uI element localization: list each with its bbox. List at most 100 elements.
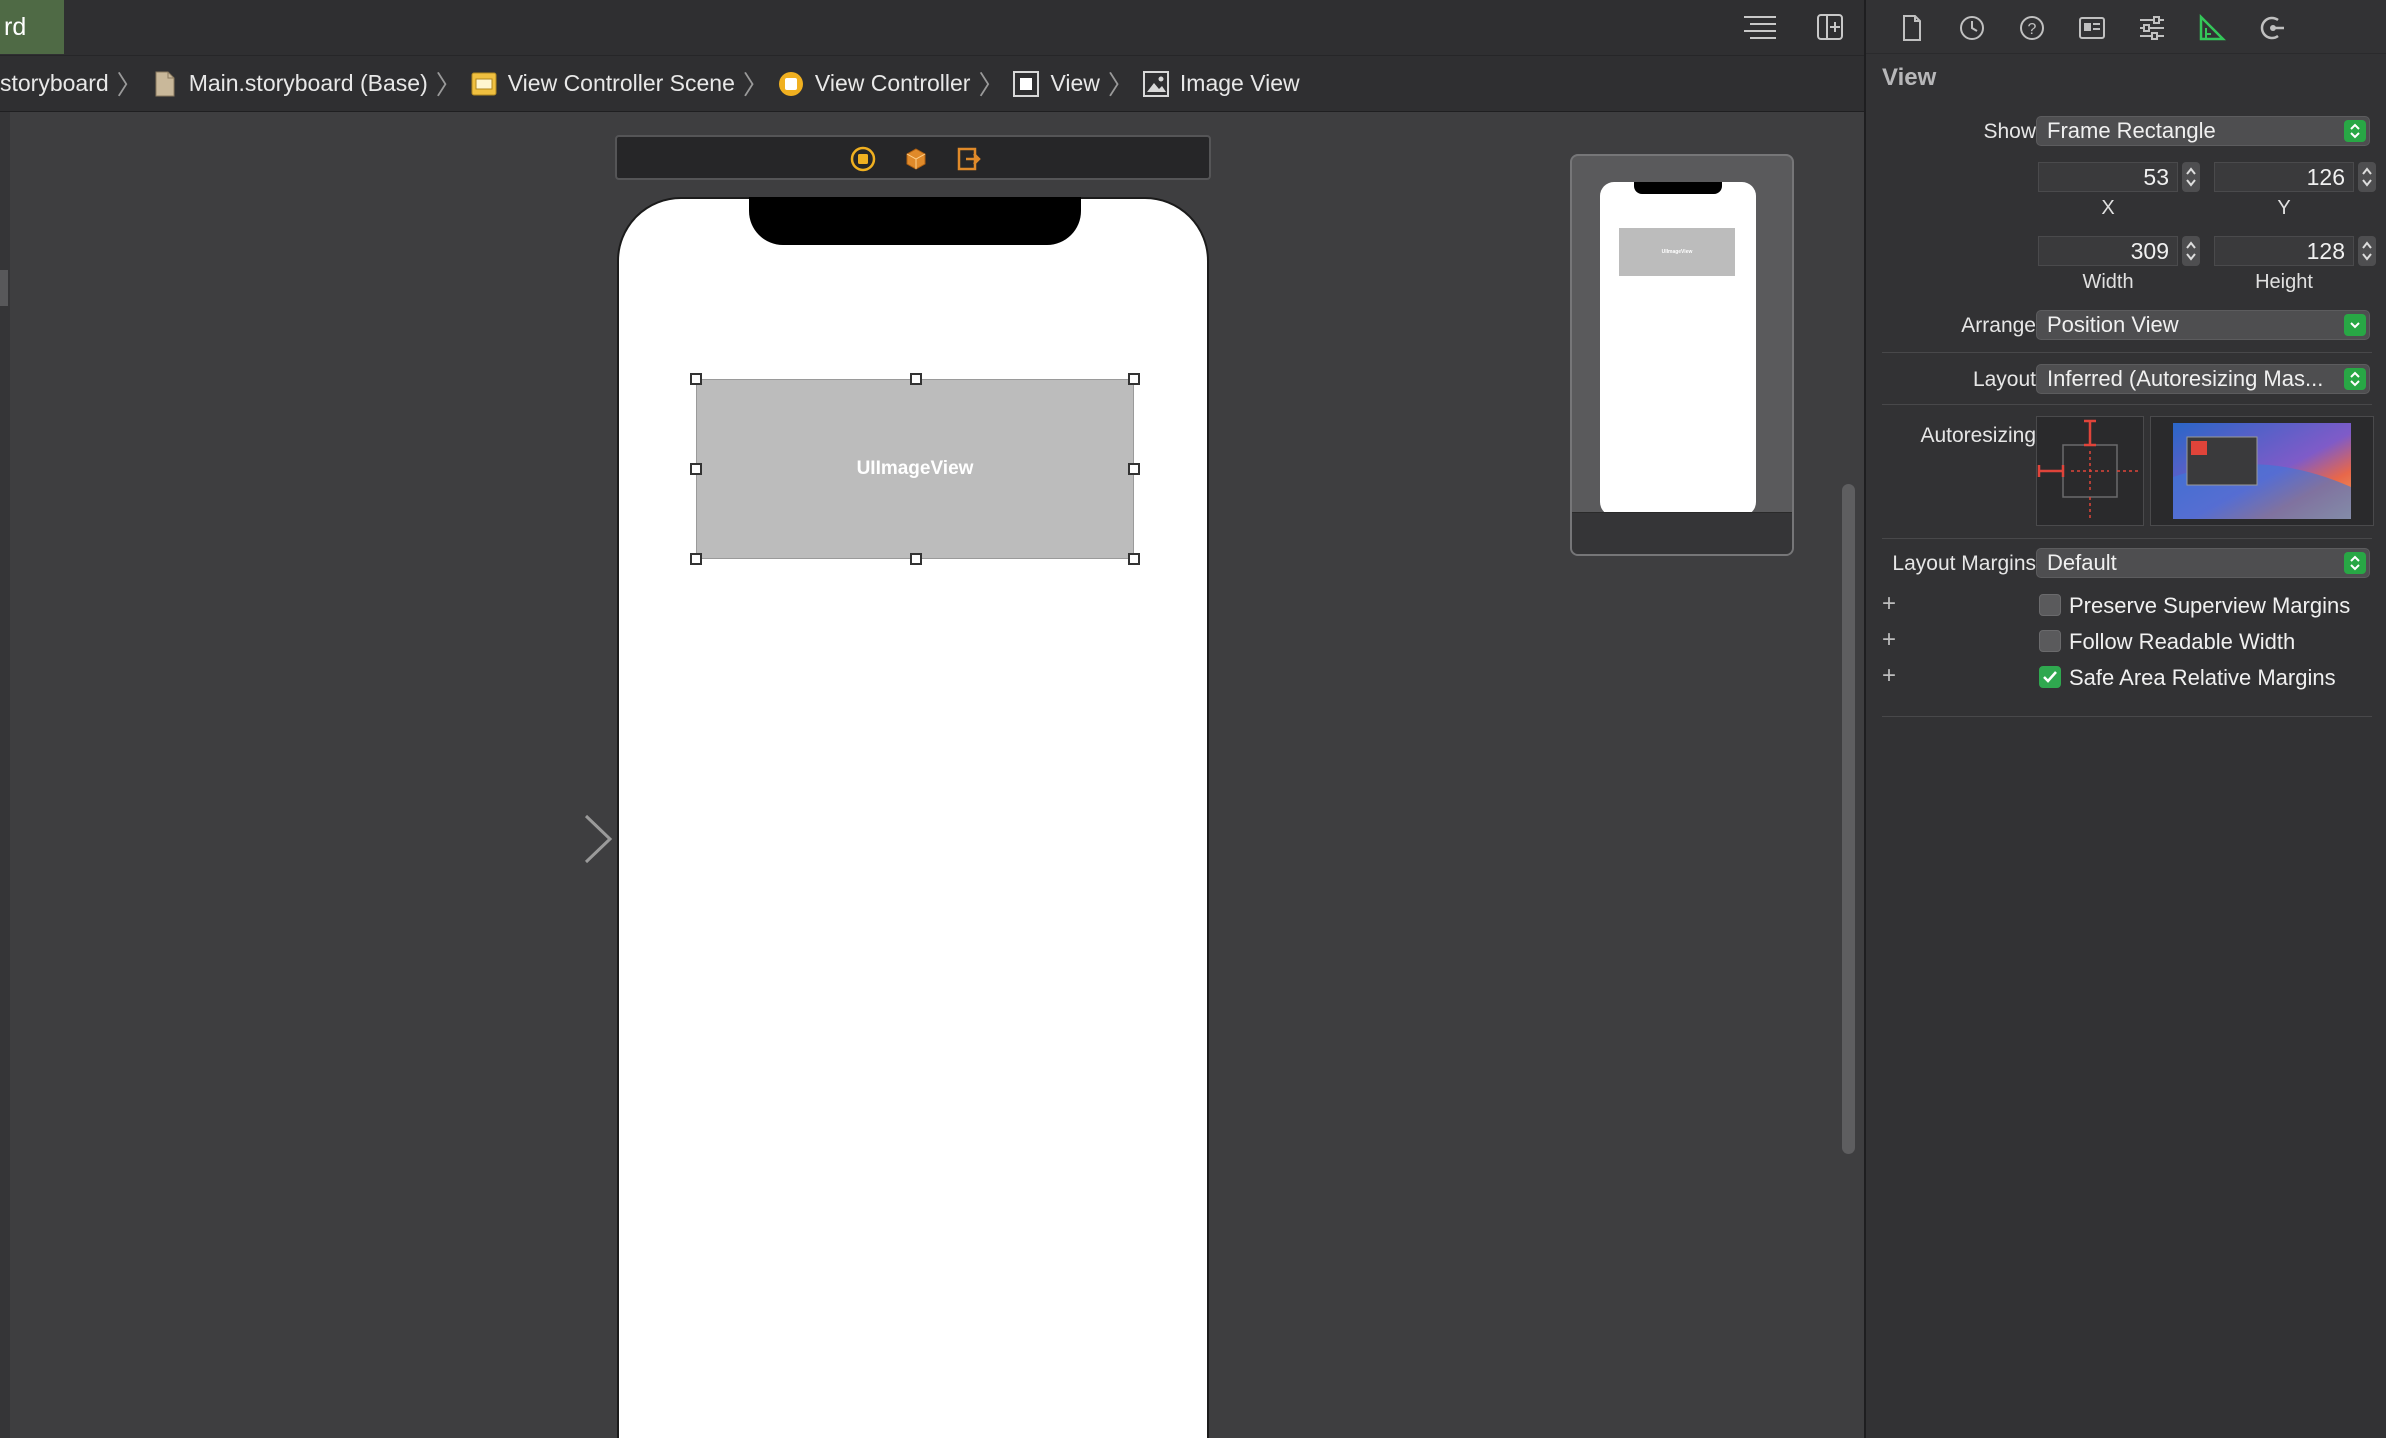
attributes-inspector-icon[interactable] bbox=[2136, 12, 2168, 44]
scene-icon bbox=[470, 70, 498, 98]
identity-inspector-icon[interactable] bbox=[2076, 12, 2108, 44]
x-stepper[interactable] bbox=[2182, 162, 2200, 192]
gutter-marker bbox=[0, 270, 8, 306]
height-caption: Height bbox=[2255, 271, 2313, 293]
breadcrumb-label: storyboard bbox=[0, 70, 109, 96]
minimap[interactable]: UIImageView bbox=[1570, 154, 1794, 556]
autoresizing-mask-control[interactable] bbox=[2036, 416, 2144, 526]
autoresizing-preview bbox=[2150, 416, 2374, 526]
scene-dock bbox=[615, 135, 1211, 180]
resize-handle-top[interactable] bbox=[910, 373, 922, 385]
height-field[interactable]: 128 bbox=[2214, 236, 2354, 266]
size-inspector-icon[interactable] bbox=[2196, 12, 2228, 44]
breadcrumb-item-view[interactable]: View bbox=[1012, 56, 1100, 111]
width-field[interactable]: 309 bbox=[2038, 236, 2178, 266]
popup-chevron-down-icon bbox=[2344, 314, 2366, 336]
image-view-label: UIImageView bbox=[856, 458, 974, 479]
width-stepper[interactable] bbox=[2182, 236, 2200, 266]
layout-popup-value: Inferred (Autoresizing Mas... bbox=[2047, 366, 2324, 391]
width-caption: Width bbox=[2082, 271, 2134, 293]
jump-bar: storyboard 〉 Main.storyboard (Base) 〉 Vi… bbox=[0, 56, 1864, 112]
preserve-superview-margins-label: Preserve Superview Margins bbox=[2069, 593, 2351, 618]
add-editor-icon[interactable] bbox=[1810, 10, 1850, 44]
checkmark-icon bbox=[2043, 671, 2057, 683]
svg-text:?: ? bbox=[2028, 21, 2037, 38]
inspector-tabs: ? bbox=[1866, 0, 2386, 54]
x-field[interactable]: 53 bbox=[2038, 162, 2178, 192]
minimap-bottom-bar bbox=[1572, 512, 1792, 554]
popup-chevrons-icon bbox=[2344, 120, 2366, 142]
popup-chevrons-icon bbox=[2344, 368, 2366, 390]
minimap-notch bbox=[1634, 182, 1722, 194]
resize-handle-top-right[interactable] bbox=[1128, 373, 1140, 385]
arrange-label: Arrange bbox=[1961, 314, 2036, 337]
list-lines-icon[interactable] bbox=[1740, 10, 1780, 44]
breadcrumb-separator: 〉 bbox=[116, 70, 143, 100]
arrange-popup[interactable]: Position View bbox=[2036, 310, 2370, 340]
section-divider bbox=[1882, 404, 2372, 405]
exit-icon[interactable] bbox=[956, 146, 982, 172]
left-gutter bbox=[0, 112, 10, 1438]
y-field[interactable]: 126 bbox=[2214, 162, 2354, 192]
layout-popup[interactable]: Inferred (Autoresizing Mas... bbox=[2036, 364, 2370, 394]
add-variation-plus-icon[interactable]: + bbox=[1882, 662, 1896, 690]
resize-handle-bottom-right[interactable] bbox=[1128, 553, 1140, 565]
device-notch bbox=[749, 197, 1081, 245]
layout-margins-label: Layout Margins bbox=[1892, 552, 2036, 575]
layout-label: Layout bbox=[1972, 368, 2036, 391]
safe-area-relative-margins-checkbox[interactable] bbox=[2039, 666, 2061, 688]
breadcrumb-item-storyboard[interactable]: storyboard bbox=[0, 56, 109, 111]
show-popup[interactable]: Frame Rectangle bbox=[2036, 116, 2370, 146]
layout-margins-popup[interactable]: Default bbox=[2036, 548, 2370, 578]
safe-area-relative-margins-label: Safe Area Relative Margins bbox=[2069, 665, 2336, 690]
resize-handle-bottom-left[interactable] bbox=[690, 553, 702, 565]
storyboard-canvas[interactable]: UIImageView UIImageView bbox=[0, 112, 1864, 1438]
popup-chevrons-icon bbox=[2344, 552, 2366, 574]
follow-readable-width-label: Follow Readable Width bbox=[2069, 629, 2296, 654]
first-responder-icon[interactable] bbox=[903, 146, 929, 172]
history-inspector-icon[interactable] bbox=[1956, 12, 1988, 44]
initial-view-controller-arrow-icon[interactable] bbox=[470, 812, 615, 866]
minimap-image-view: UIImageView bbox=[1619, 228, 1735, 276]
breadcrumb-item-main-storyboard[interactable]: Main.storyboard (Base) bbox=[151, 56, 428, 111]
autoresizing-label: Autoresizing bbox=[1920, 424, 2036, 447]
file-inspector-icon[interactable] bbox=[1896, 12, 1928, 44]
breadcrumb-item-scene[interactable]: View Controller Scene bbox=[470, 56, 735, 111]
breadcrumb-label: View Controller bbox=[814, 70, 971, 96]
layout-margins-popup-value: Default bbox=[2047, 550, 2117, 575]
vertical-scrollbar[interactable] bbox=[1842, 484, 1855, 1154]
show-label: Show bbox=[1983, 120, 2036, 143]
breadcrumb-item-image-view[interactable]: Image View bbox=[1142, 56, 1300, 111]
show-popup-value: Frame Rectangle bbox=[2047, 118, 2216, 143]
y-stepper[interactable] bbox=[2358, 162, 2376, 192]
breadcrumb-item-view-controller[interactable]: View Controller bbox=[777, 56, 971, 111]
follow-readable-width-checkbox[interactable] bbox=[2039, 630, 2061, 652]
preserve-superview-margins-checkbox[interactable] bbox=[2039, 594, 2061, 616]
view-icon bbox=[1012, 70, 1040, 98]
y-caption: Y bbox=[2277, 197, 2291, 219]
resize-handle-bottom[interactable] bbox=[910, 553, 922, 565]
resize-handle-top-left[interactable] bbox=[690, 373, 702, 385]
add-variation-plus-icon[interactable]: + bbox=[1882, 590, 1896, 618]
breadcrumb-label: Main.storyboard (Base) bbox=[188, 70, 428, 96]
view-controller-icon[interactable] bbox=[850, 146, 876, 172]
connections-inspector-icon[interactable] bbox=[2256, 12, 2288, 44]
resize-handle-right[interactable] bbox=[1128, 463, 1140, 475]
iphone-scene[interactable]: UIImageView bbox=[617, 197, 1209, 1438]
breadcrumb-label: View Controller Scene bbox=[507, 70, 735, 96]
height-stepper[interactable] bbox=[2358, 236, 2376, 266]
section-divider bbox=[1882, 538, 2372, 539]
storyboard-editor: rd storyboard 〉 Main.storyboard (Base) 〉… bbox=[0, 0, 1864, 1438]
help-inspector-icon[interactable]: ? bbox=[2016, 12, 2048, 44]
size-inspector: ? View Show Frame Rectangle 53 126 X Y 3… bbox=[1864, 0, 2386, 1438]
view-controller-icon bbox=[777, 70, 805, 98]
breadcrumb-separator: 〉 bbox=[1107, 70, 1134, 100]
add-variation-plus-icon[interactable]: + bbox=[1882, 626, 1896, 654]
image-view[interactable]: UIImageView bbox=[690, 373, 1140, 565]
section-title-view: View bbox=[1882, 64, 1937, 91]
editor-tab[interactable]: rd bbox=[0, 0, 64, 54]
minimap-scene: UIImageView bbox=[1600, 182, 1756, 516]
image-view-icon bbox=[1142, 70, 1170, 98]
breadcrumb-separator: 〉 bbox=[435, 70, 462, 100]
resize-handle-left[interactable] bbox=[690, 463, 702, 475]
